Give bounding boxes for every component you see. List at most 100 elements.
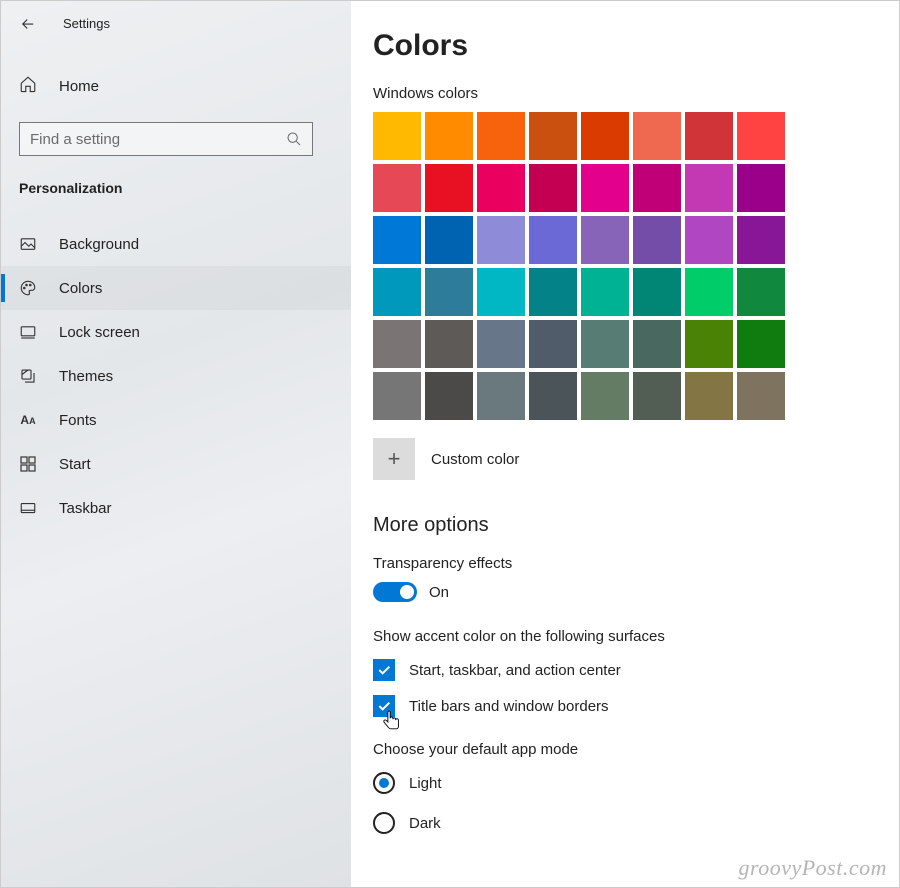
color-swatch[interactable]	[737, 164, 785, 212]
color-swatch[interactable]	[685, 164, 733, 212]
color-swatch[interactable]	[529, 164, 577, 212]
watermark: groovyPost.com	[738, 855, 887, 881]
checkbox-label: Start, taskbar, and action center	[409, 662, 621, 679]
color-swatch[interactable]	[737, 268, 785, 316]
color-swatch[interactable]	[581, 164, 629, 212]
accent-surfaces-label: Show accent color on the following surfa…	[373, 628, 899, 645]
color-swatch[interactable]	[529, 216, 577, 264]
color-swatch[interactable]	[581, 268, 629, 316]
color-swatch[interactable]	[529, 112, 577, 160]
themes-icon	[19, 367, 37, 385]
radio-unselected-icon	[373, 812, 395, 834]
color-swatch[interactable]	[737, 372, 785, 420]
color-swatch[interactable]	[737, 320, 785, 368]
sidebar-nav: Background Colors Lock screen Themes AA …	[1, 222, 351, 530]
color-swatch[interactable]	[529, 320, 577, 368]
sidebar-item-label: Fonts	[59, 412, 97, 429]
checkbox-label: Title bars and window borders	[409, 698, 609, 715]
color-swatch[interactable]	[477, 216, 525, 264]
more-options-heading: More options	[373, 514, 899, 537]
color-swatch[interactable]	[633, 372, 681, 420]
color-swatch[interactable]	[633, 164, 681, 212]
start-icon	[19, 455, 37, 473]
color-swatch[interactable]	[425, 320, 473, 368]
sidebar-home[interactable]: Home	[1, 64, 351, 108]
transparency-toggle[interactable]: On	[373, 582, 899, 602]
sidebar-item-label: Lock screen	[59, 324, 140, 341]
color-swatch[interactable]	[685, 268, 733, 316]
color-swatch[interactable]	[581, 320, 629, 368]
radio-selected-icon	[373, 772, 395, 794]
color-swatch[interactable]	[633, 216, 681, 264]
taskbar-icon	[19, 499, 37, 517]
search-box[interactable]	[19, 122, 313, 156]
picture-icon	[19, 235, 37, 253]
toggle-state-label: On	[429, 584, 449, 601]
color-swatch[interactable]	[633, 112, 681, 160]
color-swatch[interactable]	[425, 112, 473, 160]
color-swatch[interactable]	[477, 320, 525, 368]
radio-light[interactable]: Light	[373, 772, 899, 794]
sidebar-item-lock-screen[interactable]: Lock screen	[1, 310, 351, 354]
color-swatch[interactable]	[633, 268, 681, 316]
topbar: Settings	[1, 1, 351, 46]
window-title: Settings	[63, 16, 110, 31]
sidebar-item-label: Taskbar	[59, 500, 112, 517]
sidebar-item-start[interactable]: Start	[1, 442, 351, 486]
sidebar-item-colors[interactable]: Colors	[1, 266, 351, 310]
plus-icon: +	[373, 438, 415, 480]
color-swatch[interactable]	[477, 112, 525, 160]
color-swatch[interactable]	[685, 216, 733, 264]
custom-color-button[interactable]: + Custom color	[373, 438, 899, 480]
sidebar-item-background[interactable]: Background	[1, 222, 351, 266]
back-button[interactable]	[15, 11, 41, 37]
color-swatch[interactable]	[581, 372, 629, 420]
color-swatch[interactable]	[685, 372, 733, 420]
sidebar-item-taskbar[interactable]: Taskbar	[1, 486, 351, 530]
default-mode-label: Choose your default app mode	[373, 741, 899, 758]
page-title: Colors	[373, 29, 899, 63]
toggle-switch	[373, 582, 417, 602]
color-swatch[interactable]	[477, 372, 525, 420]
color-swatch[interactable]	[581, 216, 629, 264]
color-swatch[interactable]	[685, 320, 733, 368]
color-swatch[interactable]	[373, 372, 421, 420]
color-swatch[interactable]	[425, 268, 473, 316]
color-swatch[interactable]	[685, 112, 733, 160]
color-swatch[interactable]	[529, 268, 577, 316]
cursor-hand-icon	[381, 709, 403, 740]
custom-color-label: Custom color	[431, 451, 519, 468]
sidebar-item-fonts[interactable]: AA Fonts	[1, 398, 351, 442]
color-swatch[interactable]	[373, 216, 421, 264]
search-wrap	[19, 122, 333, 156]
windows-colors-label: Windows colors	[373, 85, 899, 102]
fonts-icon: AA	[19, 411, 37, 429]
color-swatch[interactable]	[581, 112, 629, 160]
sidebar-item-label: Colors	[59, 280, 102, 297]
sidebar-item-themes[interactable]: Themes	[1, 354, 351, 398]
color-swatch[interactable]	[373, 320, 421, 368]
color-swatch[interactable]	[633, 320, 681, 368]
color-swatch[interactable]	[373, 268, 421, 316]
color-swatch[interactable]	[373, 164, 421, 212]
color-swatch[interactable]	[425, 216, 473, 264]
checkbox-start-taskbar[interactable]: Start, taskbar, and action center	[373, 659, 899, 681]
color-swatch[interactable]	[425, 372, 473, 420]
checkbox-checked-icon	[373, 659, 395, 681]
home-label: Home	[59, 78, 99, 95]
color-swatch[interactable]	[737, 112, 785, 160]
color-swatch[interactable]	[373, 112, 421, 160]
radio-dark[interactable]: Dark	[373, 812, 899, 834]
home-icon	[19, 75, 37, 98]
search-input[interactable]	[30, 131, 286, 148]
color-swatch[interactable]	[529, 372, 577, 420]
color-swatch[interactable]	[477, 164, 525, 212]
checkbox-title-bars[interactable]: Title bars and window borders	[373, 695, 899, 717]
color-swatch[interactable]	[425, 164, 473, 212]
sidebar-category: Personalization	[19, 180, 351, 196]
palette-icon	[19, 279, 37, 297]
color-swatch-grid	[373, 112, 785, 420]
color-swatch[interactable]	[737, 216, 785, 264]
sidebar-item-label: Start	[59, 456, 91, 473]
color-swatch[interactable]	[477, 268, 525, 316]
